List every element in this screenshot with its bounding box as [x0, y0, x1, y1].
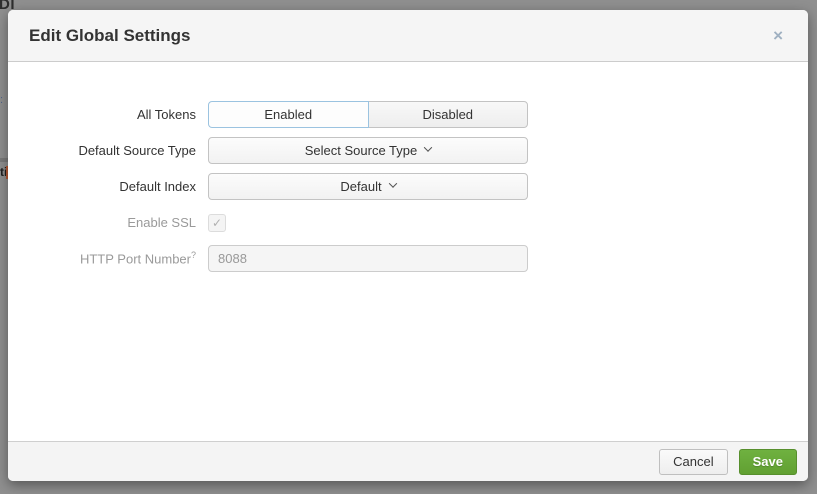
http-port-input — [208, 245, 528, 272]
close-icon[interactable]: × — [769, 25, 787, 46]
default-index-value: Default — [340, 179, 381, 194]
default-index-label: Default Index — [8, 179, 196, 194]
chevron-down-icon — [424, 143, 432, 151]
modal-title: Edit Global Settings — [29, 26, 191, 46]
enable-ssl-label: Enable SSL — [8, 215, 196, 230]
modal-footer: Cancel Save — [8, 441, 808, 481]
enable-ssl-row: Enable SSL ✓ — [8, 209, 808, 236]
background-divider-fragment — [0, 158, 8, 162]
chevron-down-icon — [388, 179, 396, 187]
all-tokens-disabled-button[interactable]: Disabled — [368, 101, 529, 128]
help-marker: ? — [191, 250, 196, 260]
default-index-dropdown[interactable]: Default — [208, 173, 528, 200]
background-text-fragment: : — [0, 94, 3, 106]
modal-body: All Tokens Enabled Disabled Default Sour… — [8, 62, 808, 272]
screen: DI : ti Edit Global Settings × All Token… — [0, 0, 817, 494]
default-index-row: Default Index Default — [8, 173, 808, 200]
modal-header: Edit Global Settings × — [8, 10, 808, 62]
default-source-type-row: Default Source Type Select Source Type — [8, 137, 808, 164]
cancel-button[interactable]: Cancel — [659, 449, 727, 475]
all-tokens-label: All Tokens — [8, 107, 196, 122]
default-source-type-value: Select Source Type — [305, 143, 418, 158]
all-tokens-toggle: Enabled Disabled — [208, 101, 528, 128]
check-icon: ✓ — [212, 217, 222, 229]
save-button[interactable]: Save — [739, 449, 797, 475]
http-port-row: HTTP Port Number? — [8, 245, 808, 272]
http-port-label: HTTP Port Number? — [8, 250, 196, 266]
all-tokens-enabled-button[interactable]: Enabled — [208, 101, 369, 128]
edit-global-settings-modal: Edit Global Settings × All Tokens Enable… — [8, 10, 808, 481]
enable-ssl-checkbox: ✓ — [208, 214, 226, 232]
default-source-type-dropdown[interactable]: Select Source Type — [208, 137, 528, 164]
all-tokens-row: All Tokens Enabled Disabled — [8, 101, 808, 128]
default-source-type-label: Default Source Type — [8, 143, 196, 158]
http-port-label-text: HTTP Port Number — [80, 252, 191, 267]
